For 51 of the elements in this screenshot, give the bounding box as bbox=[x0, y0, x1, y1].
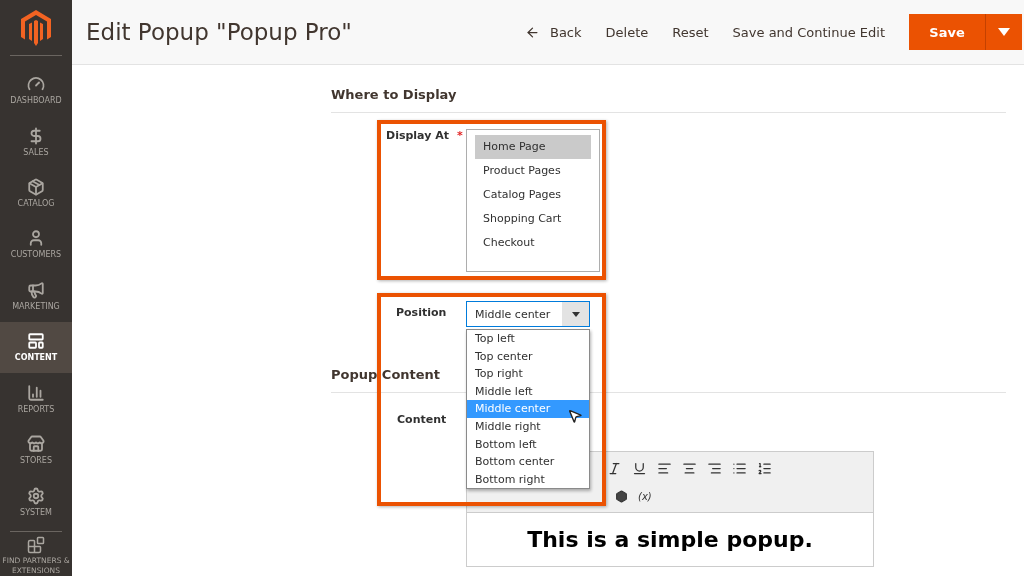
caret-icon bbox=[998, 28, 1010, 36]
nav-item[interactable]: DASHBOARD bbox=[0, 64, 72, 116]
blocks-icon bbox=[27, 536, 45, 555]
person-icon bbox=[27, 229, 45, 248]
list-option[interactable]: Product Pages bbox=[475, 159, 591, 183]
dropdown-option[interactable]: Top right bbox=[467, 365, 589, 383]
underline-icon[interactable] bbox=[632, 460, 647, 476]
nav-item[interactable]: CONTENT bbox=[0, 321, 72, 374]
list-option[interactable]: Checkout bbox=[475, 231, 591, 255]
list-option[interactable]: Catalog Pages bbox=[475, 183, 591, 207]
cursor-icon bbox=[567, 408, 583, 424]
field-label: Display At bbox=[386, 129, 449, 144]
save-button[interactable]: Save bbox=[909, 14, 985, 50]
nav-item[interactable]: CUSTOMERS bbox=[0, 218, 72, 271]
nav-item[interactable]: SALES bbox=[0, 115, 72, 168]
align-left-icon[interactable] bbox=[657, 460, 672, 476]
align-right-icon[interactable] bbox=[707, 460, 722, 476]
caret-icon bbox=[571, 311, 580, 317]
numbered-list-icon[interactable] bbox=[757, 460, 772, 476]
bar-chart-icon bbox=[27, 383, 45, 402]
variable-button[interactable]: (x) bbox=[638, 490, 652, 502]
back-button[interactable]: Back bbox=[513, 14, 594, 50]
nav-item[interactable]: SYSTEM bbox=[0, 476, 72, 528]
nav-item[interactable]: REPORTS bbox=[0, 373, 72, 425]
list-option[interactable]: Shopping Cart bbox=[475, 207, 591, 231]
field-label: Position bbox=[396, 306, 447, 321]
field-label: Content bbox=[397, 413, 447, 426]
action-button[interactable]: Save and Continue Edit bbox=[720, 14, 897, 50]
bullet-list-icon[interactable] bbox=[732, 460, 747, 476]
list-option[interactable]: Home Page bbox=[475, 135, 591, 159]
dropdown-option[interactable]: Top left bbox=[467, 330, 589, 348]
megaphone-icon bbox=[27, 280, 45, 299]
required-mark: * bbox=[456, 129, 463, 144]
nav-item[interactable]: STORES bbox=[0, 424, 72, 477]
multiselect-list[interactable]: Home Page Product Pages Catalog Pages Shopping Cart Checkout bbox=[466, 129, 600, 272]
nav-item[interactable]: CATALOG bbox=[0, 167, 72, 219]
box-icon bbox=[27, 178, 45, 197]
action-button[interactable]: Delete bbox=[593, 14, 661, 50]
editor-heading: This is a simple popup. bbox=[526, 527, 814, 552]
italic-icon[interactable] bbox=[607, 460, 622, 476]
align-center-icon[interactable] bbox=[682, 460, 697, 476]
storefront-icon bbox=[27, 435, 45, 454]
logo-icon bbox=[21, 9, 51, 46]
settings-icon bbox=[27, 486, 45, 505]
nav-item[interactable]: MARKETING bbox=[0, 270, 72, 322]
page-title: Edit Popup "Popup Pro" bbox=[86, 19, 353, 45]
layout-icon bbox=[27, 332, 45, 351]
dropdown-option[interactable]: Bottom center bbox=[467, 453, 589, 471]
section-title: Where to Display bbox=[331, 87, 1006, 113]
save-options-button[interactable] bbox=[985, 14, 1022, 50]
action-button[interactable]: Reset bbox=[660, 14, 721, 50]
